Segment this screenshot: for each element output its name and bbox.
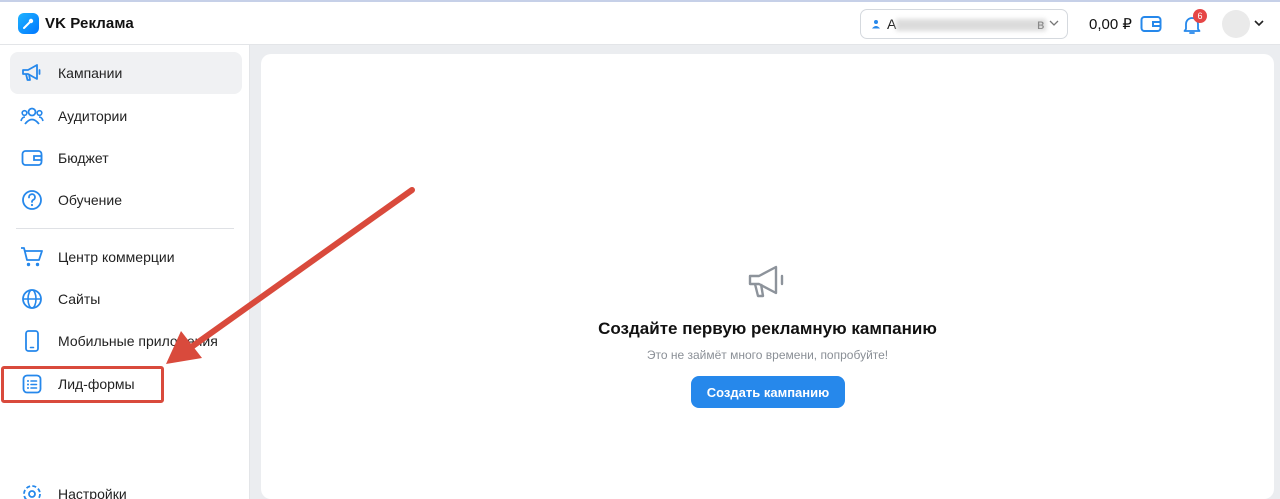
sidebar-item-label: Обучение	[58, 192, 123, 208]
empty-state-subtitle: Это не займёт много времени, попробуйте!	[646, 348, 889, 362]
sidebar-item-learning[interactable]: Обучение	[10, 179, 242, 221]
gear-icon	[20, 482, 44, 499]
megaphone-icon	[748, 265, 784, 298]
sidebar-item-campaigns[interactable]: Кампании	[10, 52, 242, 94]
chevron-down-icon	[1049, 20, 1059, 26]
sidebar-divider	[16, 228, 234, 229]
cart-icon	[20, 245, 44, 269]
wallet-icon[interactable]	[1140, 14, 1162, 34]
sidebar-item-label: Центр коммерции	[58, 249, 175, 265]
vk-ads-logo-icon	[18, 13, 39, 34]
account-name-tail: в	[1037, 16, 1045, 32]
create-campaign-button[interactable]: Создать кампанию	[691, 376, 845, 408]
logo[interactable]: VK Реклама	[18, 13, 134, 34]
sidebar-item-budget[interactable]: Бюджет	[10, 137, 242, 179]
balance[interactable]: 0,00 ₽	[1089, 15, 1132, 33]
sidebar-item-label: Кампании	[58, 65, 123, 81]
empty-state-title: Создайте первую рекламную кампанию	[598, 319, 937, 338]
main-content: Создайте первую рекламную кампанию Это н…	[261, 54, 1274, 499]
sidebar-item-mobile-apps[interactable]: Мобильные приложения	[10, 320, 242, 362]
account-selector[interactable]: А в	[860, 9, 1068, 39]
sidebar-item-sites[interactable]: Сайты	[10, 278, 242, 320]
globe-icon	[20, 287, 44, 311]
sidebar-item-settings[interactable]: Настройки	[10, 473, 242, 499]
question-icon	[20, 188, 44, 212]
avatar[interactable]	[1222, 10, 1250, 38]
wallet-icon	[20, 146, 44, 170]
sidebar-item-audiences[interactable]: Аудитории	[10, 95, 242, 137]
logo-text: VK Реклама	[45, 15, 134, 32]
sidebar-item-label: Мобильные приложения	[58, 333, 218, 349]
users-icon	[20, 104, 44, 128]
sidebar-item-label: Настройки	[58, 486, 127, 499]
sidebar: Кампании Аудитории Бюджет Обучение Центр…	[0, 45, 250, 499]
account-name-redacted	[896, 19, 1046, 31]
phone-icon	[20, 329, 44, 353]
account-name: А	[887, 16, 897, 32]
sidebar-item-label: Аудитории	[58, 108, 128, 124]
top-bar: VK Реклама А в 0,00 ₽ 6	[0, 0, 1280, 45]
megaphone-icon	[20, 61, 44, 85]
sidebar-item-commerce[interactable]: Центр коммерции	[10, 236, 242, 278]
user-icon	[872, 20, 880, 29]
annotation-highlight	[1, 366, 164, 403]
notification-badge: 6	[1193, 9, 1207, 23]
sidebar-item-label: Бюджет	[58, 150, 109, 166]
sidebar-item-label: Сайты	[58, 291, 101, 307]
chevron-down-icon[interactable]	[1254, 19, 1264, 27]
